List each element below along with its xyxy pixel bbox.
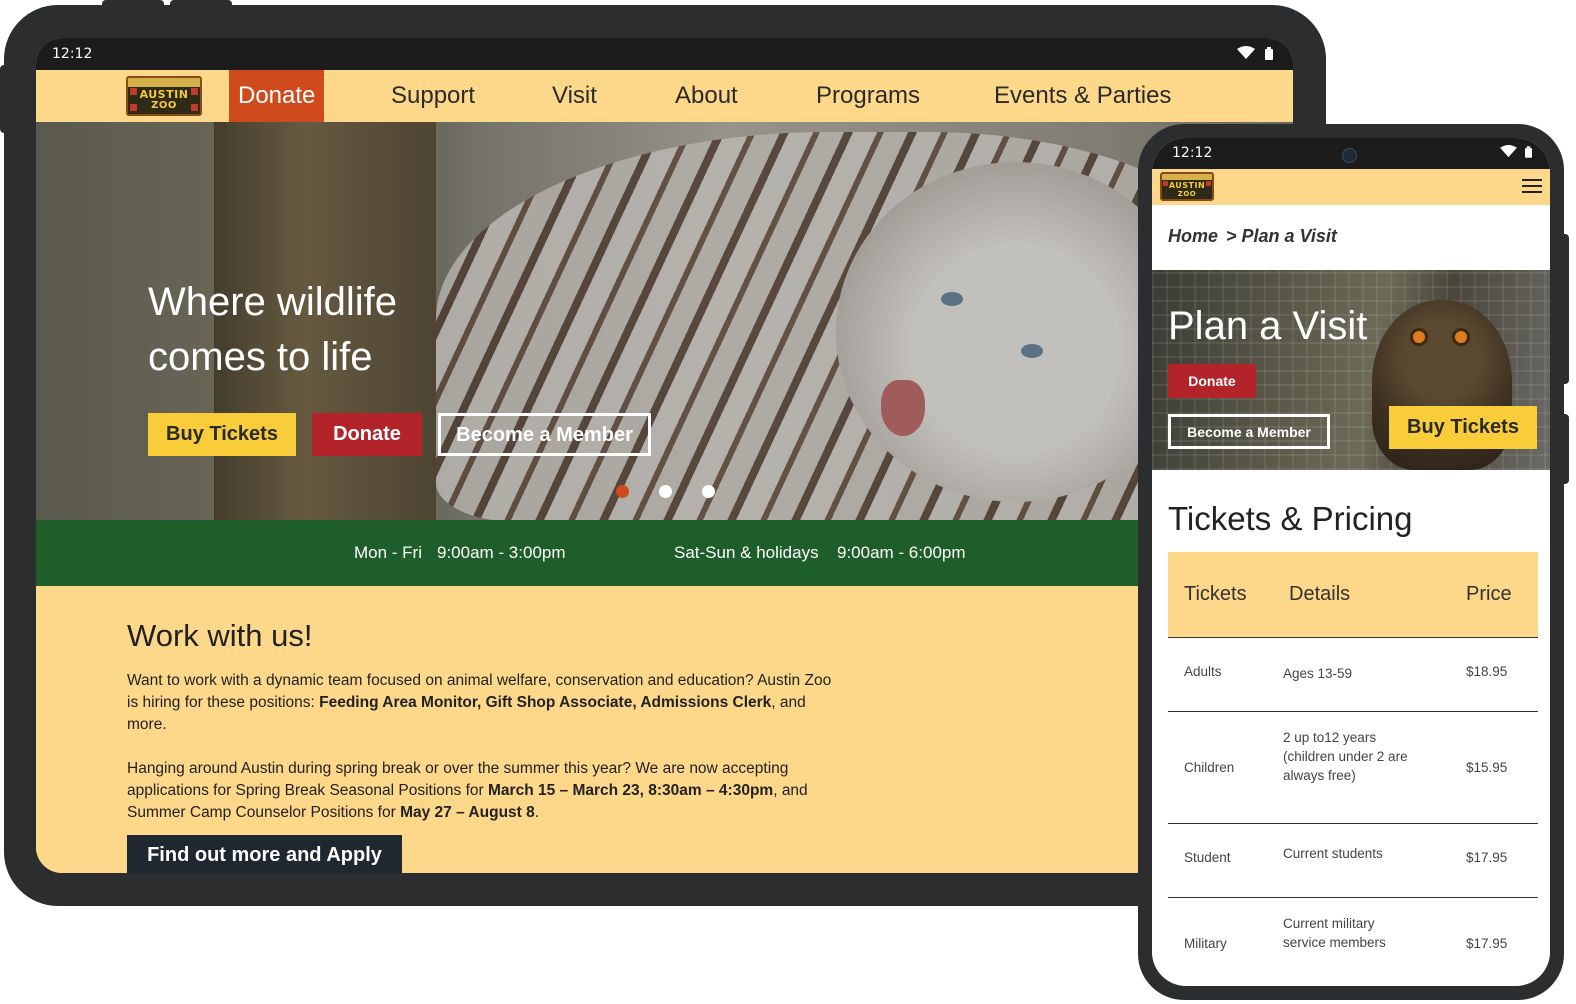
hero-title: Where wildlife comes to life [148,280,397,379]
phone-device: 12:12 AUSTIN ZOO Home > Plan a Visit Pla… [1138,124,1569,1000]
work-paragraph-2: Hanging around Austin during spring brea… [127,760,808,821]
ticket-details: Current students [1283,846,1383,861]
tablet-power-button [170,0,232,8]
table-row: Student Current students $17.95 [1168,824,1538,898]
ticket-price: $18.95 [1466,664,1508,679]
austin-zoo-logo[interactable]: AUSTIN ZOO [1160,172,1214,201]
plan-visit-hero: Plan a Visit Donate Become a Member Buy … [1152,270,1550,470]
work-paragraph-1: Want to work with a dynamic team focused… [127,672,832,733]
tablet-nav-bar: AUSTIN ZOO Donate Support Visit About Pr… [36,70,1293,122]
weekend-hours-time: 9:00am - 6:00pm [837,543,966,562]
ticket-price: $17.95 [1466,936,1508,951]
ticket-type: Student [1184,850,1231,865]
buy-tickets-button[interactable]: Buy Tickets [148,413,296,456]
page-title: Plan a Visit [1168,304,1368,348]
table-row: Children 2 up to12 years (children under … [1168,712,1538,824]
phone-volume-button [1561,234,1569,384]
nav-visit[interactable]: Visit [552,70,597,122]
donate-button[interactable]: Donate [312,413,422,456]
phone-nav-bar: AUSTIN ZOO [1152,169,1550,205]
ticket-price: $15.95 [1466,760,1508,775]
status-time: 12:12 [1172,145,1213,161]
column-header-details: Details [1289,583,1351,605]
nav-support[interactable]: Support [391,70,475,122]
nav-programs[interactable]: Programs [816,70,920,122]
work-heading: Work with us! [127,618,313,653]
become-member-button[interactable]: Become a Member [438,413,651,456]
battery-icon [1525,145,1532,158]
lemur-eye-left [1410,328,1428,346]
tablet-device: 12:12 AUSTIN ZOO Donate Support Visit Ab… [0,0,1326,906]
tickets-table-header: Tickets Details Price [1168,552,1538,638]
carousel-dot[interactable] [659,485,672,498]
ticket-details: 2 up to12 years (children under 2 are al… [1283,730,1408,783]
battery-icon [1265,46,1273,60]
ticket-type: Adults [1184,664,1222,679]
tablet-screen: 12:12 AUSTIN ZOO Donate Support Visit Ab… [36,38,1293,873]
logo-text-austin: AUSTIN [1168,181,1206,190]
column-header-price: Price [1466,583,1512,605]
weekday-hours-label: Mon - Fri [354,543,422,562]
nav-about[interactable]: About [675,70,738,122]
carousel-dot[interactable] [616,485,629,498]
buy-tickets-button[interactable]: Buy Tickets [1389,406,1537,449]
status-time: 12:12 [52,46,93,62]
tickets-table: Tickets Details Price Adults Ages 13-59 $1… [1168,552,1538,986]
camera-icon [1342,148,1357,163]
nav-donate[interactable]: Donate [229,70,325,122]
ticket-price: $17.95 [1466,850,1508,865]
phone-screen: 12:12 AUSTIN ZOO Home > Plan a Visit Pla… [1152,138,1550,986]
hours-bar: Mon - Fri 9:00am - 3:00pm Sat-Sun & holi… [36,520,1293,586]
breadcrumb-home[interactable]: Home [1168,226,1218,246]
lemur-eye-right [1452,328,1470,346]
logo-text-zoo: ZOO [151,100,177,111]
tablet-volume-button [102,0,164,8]
find-out-more-button[interactable]: Find out more and Apply [127,835,402,873]
column-header-tickets: Tickets [1184,583,1247,605]
hamburger-menu-icon[interactable] [1522,179,1542,193]
donate-button[interactable]: Donate [1168,364,1256,398]
nav-events-parties[interactable]: Events & Parties [994,70,1171,122]
carousel-dot[interactable] [702,485,715,498]
ticket-type: Children [1184,760,1235,775]
ticket-type: Military [1184,936,1227,951]
austin-zoo-logo[interactable]: AUSTIN ZOO [126,76,202,116]
tablet-side-button [0,65,8,133]
wifi-icon [1237,46,1255,59]
breadcrumb-current: > Plan a Visit [1226,226,1337,246]
tickets-table-body: Adults Ages 13-59 $18.95 Children 2 up to12 … [1168,638,1538,986]
phone-power-button [1561,414,1569,484]
wifi-icon [1500,145,1517,158]
tablet-status-bar: 12:12 [36,38,1293,70]
weekend-hours-label: Sat-Sun & holidays [674,543,819,562]
weekday-hours-time: 9:00am - 3:00pm [437,543,566,562]
table-row: Military Current military service members… [1168,898,1538,986]
table-row: Adults Ages 13-59 $18.95 [1168,638,1538,712]
breadcrumb: Home > Plan a Visit [1168,226,1345,247]
become-member-button[interactable]: Become a Member [1168,414,1330,449]
ticket-details: Ages 13-59 [1283,666,1353,681]
phone-status-bar: 12:12 [1152,138,1550,169]
logo-text-zoo: ZOO [1177,190,1197,198]
tickets-heading: Tickets & Pricing [1168,500,1413,537]
hero-banner: Where wildlife comes to life Buy Tickets… [36,122,1293,520]
work-with-us-section: Work with us! Want to work with a dynami… [36,586,1293,873]
ticket-details: Current military service members [1283,916,1386,950]
